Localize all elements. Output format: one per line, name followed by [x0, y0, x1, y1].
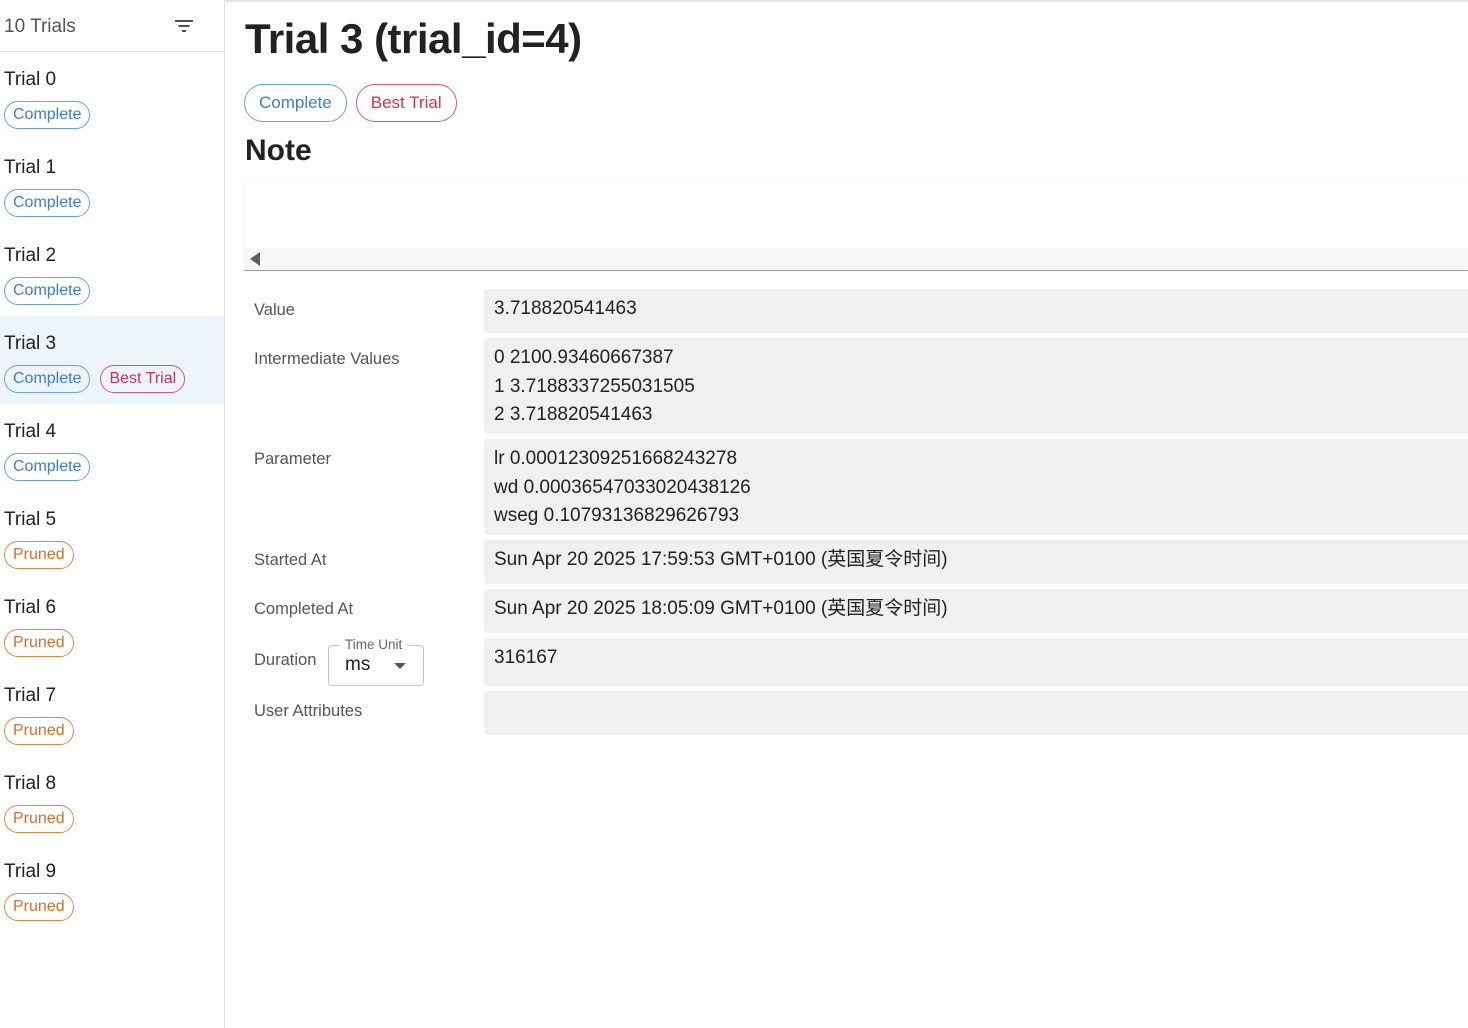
trial-list-item-1[interactable]: Trial 1 Complete: [0, 140, 224, 228]
intermediate-value-line: 2 3.718820541463: [494, 404, 653, 425]
completed-at-label: Completed At: [254, 600, 354, 618]
intermediate-values-label: Intermediate Values: [254, 350, 400, 368]
trial-name: Trial 0: [4, 69, 57, 90]
duration-text: 316167: [494, 647, 558, 668]
parameter-line: lr 0.00012309251668243278: [494, 448, 738, 469]
status-chip-complete: Complete: [4, 101, 91, 129]
status-chip-complete: Complete: [4, 277, 91, 305]
trial-name: Trial 3: [4, 333, 57, 354]
parameter-field: lr 0.00012309251668243278 wd 0.000365470…: [484, 439, 1468, 535]
trial-list-item-3[interactable]: Trial 3 Complete Best Trial: [0, 316, 224, 404]
trial-list-item-4[interactable]: Trial 4 Complete: [0, 404, 224, 492]
completed-at-text: Sun Apr 20 2025 18:05:09 GMT+0100 (英国夏令时…: [494, 598, 948, 619]
status-chip-pruned: Pruned: [4, 717, 74, 745]
trial-list-item-8[interactable]: Trial 8 Pruned: [0, 756, 224, 844]
trial-name: Trial 8: [4, 773, 57, 794]
trial-list-sidebar: 10 Trials Trial 0 Complete Trial 1 Compl…: [0, 0, 225, 1028]
trial-list-item-2[interactable]: Trial 2 Complete: [0, 228, 224, 316]
completed-at-field: Sun Apr 20 2025 18:05:09 GMT+0100 (英国夏令时…: [484, 589, 1468, 633]
trial-list-header: 10 Trials: [0, 0, 224, 52]
value-field: 3.718820541463: [484, 289, 1468, 333]
status-chip-complete: Complete: [4, 189, 91, 217]
value-text: 3.718820541463: [494, 298, 637, 319]
user-attributes-label: User Attributes: [254, 702, 363, 720]
status-chip-best-trial: Best Trial: [100, 365, 186, 393]
trial-list-item-6[interactable]: Trial 6 Pruned: [0, 580, 224, 668]
parameter-line: wd 0.00036547033020438126: [494, 476, 751, 498]
user-attributes-field: [484, 691, 1468, 735]
trial-detail-panel: Trial 3 (trial_id=4) Complete Best Trial…: [225, 0, 1468, 1028]
status-chip-complete: Complete: [4, 453, 91, 481]
note-horizontal-scrollbar[interactable]: [244, 248, 1468, 270]
started-at-label: Started At: [254, 551, 327, 569]
trial-list-item-0[interactable]: Trial 0 Complete: [0, 52, 224, 140]
time-unit-select[interactable]: Time Unit ms: [328, 636, 424, 686]
note-editor[interactable]: [244, 180, 1468, 271]
status-chip-best-trial: Best Trial: [355, 84, 457, 122]
trial-name: Trial 7: [4, 685, 57, 706]
parameter-line: wseg 0.10793136829626793: [494, 505, 740, 526]
started-at-field: Sun Apr 20 2025 17:59:53 GMT+0100 (英国夏令时…: [484, 540, 1468, 584]
trial-count: 10 Trials: [4, 15, 76, 37]
started-at-text: Sun Apr 20 2025 17:59:53 GMT+0100 (英国夏令时…: [494, 549, 948, 570]
duration-label: Duration: [254, 651, 317, 669]
status-chip-complete: Complete: [4, 365, 91, 393]
dropdown-arrow-icon: [394, 663, 406, 669]
trial-list-item-5[interactable]: Trial 5 Pruned: [0, 492, 224, 580]
trial-list-item-9[interactable]: Trial 9 Pruned: [0, 844, 224, 932]
value-label: Value: [254, 301, 295, 319]
status-chip-pruned: Pruned: [4, 541, 74, 569]
intermediate-value-line: 1 3.7188337255031505: [494, 375, 695, 397]
time-unit-value: ms: [345, 654, 371, 675]
status-chip-complete: Complete: [244, 84, 347, 122]
note-heading: Note: [245, 134, 312, 167]
trial-name: Trial 6: [4, 597, 57, 618]
intermediate-values-field: 0 2100.93460667387 1 3.7188337255031505 …: [484, 338, 1468, 434]
scroll-left-arrow-icon[interactable]: [250, 252, 260, 266]
trial-list-item-7[interactable]: Trial 7 Pruned: [0, 668, 224, 756]
duration-field: 316167: [484, 638, 1468, 686]
trial-status-chips: Complete Best Trial: [244, 84, 457, 122]
trial-name: Trial 5: [4, 509, 57, 530]
status-chip-pruned: Pruned: [4, 629, 74, 657]
trial-name: Trial 9: [4, 861, 57, 882]
trial-name: Trial 4: [4, 421, 57, 442]
time-unit-legend: Time Unit: [340, 636, 408, 654]
parameter-label: Parameter: [254, 450, 332, 468]
filter-icon[interactable]: [174, 18, 194, 34]
page-title: Trial 3 (trial_id=4): [245, 15, 582, 62]
trial-name: Trial 1: [4, 157, 57, 178]
trial-name: Trial 2: [4, 245, 57, 266]
status-chip-pruned: Pruned: [4, 893, 74, 921]
status-chip-pruned: Pruned: [4, 805, 74, 833]
intermediate-value-line: 0 2100.93460667387: [494, 347, 674, 368]
